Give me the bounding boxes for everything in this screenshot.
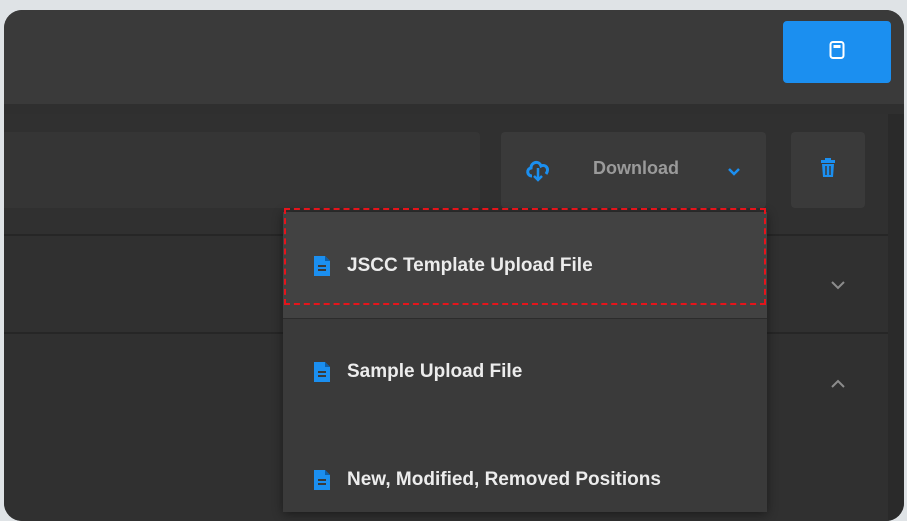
delete-button[interactable] bbox=[791, 132, 865, 208]
chevron-down-icon[interactable] bbox=[828, 275, 848, 295]
calculator-icon bbox=[829, 40, 845, 64]
scroll-track bbox=[888, 114, 904, 521]
menu-item-label: JSCC Template Upload File bbox=[347, 255, 593, 276]
menu-item-label: New, Modified, Removed Positions bbox=[347, 469, 661, 490]
menu-item-new-modified-removed[interactable]: New, Modified, Removed Positions bbox=[283, 416, 767, 512]
chevron-up-icon[interactable] bbox=[828, 374, 848, 394]
file-icon bbox=[313, 469, 331, 496]
download-button[interactable]: Download bbox=[501, 132, 766, 208]
calculator-button[interactable] bbox=[783, 21, 891, 83]
file-icon bbox=[313, 361, 331, 388]
download-menu: JSCC Template Upload File Sample Upload … bbox=[283, 212, 767, 512]
menu-item-jscc-template[interactable]: JSCC Template Upload File bbox=[283, 212, 767, 318]
file-icon bbox=[313, 255, 331, 282]
menu-item-sample-upload[interactable]: Sample Upload File bbox=[283, 319, 767, 415]
download-label: Download bbox=[593, 158, 679, 178]
cloud-download-icon bbox=[525, 158, 551, 187]
menu-item-label: Sample Upload File bbox=[347, 361, 523, 382]
search-input[interactable] bbox=[4, 132, 480, 208]
trash-icon bbox=[820, 157, 836, 183]
chevron-down-icon[interactable] bbox=[727, 164, 741, 182]
top-toolbar bbox=[4, 10, 904, 104]
